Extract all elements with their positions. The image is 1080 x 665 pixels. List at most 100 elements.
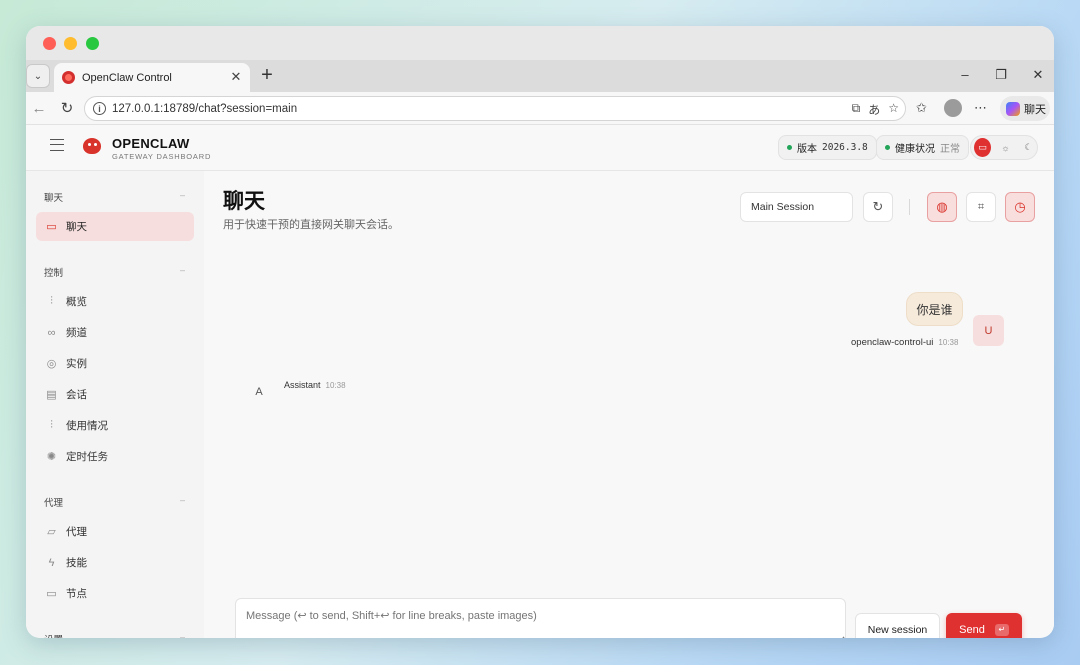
sidebar-item-instances[interactable]: ◎ 实例 [36,349,194,378]
collapse-icon[interactable]: – [180,495,185,505]
health-label: 健康状况 [895,144,935,155]
close-icon[interactable]: ✕ [1029,67,1047,83]
sidebar-group-chat[interactable]: 聊天 [44,190,63,204]
status-dot-icon [885,145,890,150]
user-message-meta: openclaw-control-ui 10:38 [851,337,958,348]
folder-icon: ▱ [47,526,56,538]
clock-icon: ◷ [1014,199,1026,214]
tab-bar: ⌄ OpenClaw Control ✕ + – ❐ ✕ [26,60,1054,92]
divider [909,199,910,215]
sidebar-item-label: 使用情况 [66,420,108,432]
sidebar-item-label: 概览 [66,296,87,308]
profile-avatar[interactable] [944,99,962,117]
tab-close-icon[interactable]: ✕ [228,69,244,85]
collapse-icon[interactable]: – [180,632,185,638]
copilot-label: 聊天 [1024,103,1046,116]
url-text: 127.0.0.1:18789/chat?session=main [112,102,298,115]
sidebar-item-sessions[interactable]: ▤ 会话 [36,380,194,409]
maximize-window-button[interactable] [86,37,99,50]
health-value: 正常 [940,144,960,155]
bar-chart-icon: ⫶ [50,419,53,431]
bar-chart-icon: ⫶ [50,295,53,307]
tab-list-chevron-icon[interactable]: ⌄ [26,64,50,88]
back-icon[interactable]: ← [29,99,49,119]
minimize-icon[interactable]: – [956,67,974,82]
restore-icon[interactable]: ❐ [992,67,1010,83]
page-title: 聊天 [223,190,265,213]
app-icon[interactable]: ⧉ [852,101,861,118]
chat-main: 聊天 用于快速干预的直接网关聊天会话。 Main Session ↻ ◍ ⌗ ◷… [204,171,1054,638]
sidebar: 聊天 – ▭ 聊天 控制 – ⫶ 概览 ∞ 频道 ◎ 实例 ▤ 会话 ⫶ 使用情… [26,171,204,638]
focus-mode-button[interactable]: ⌗ [966,192,996,222]
send-button[interactable]: Send ↵ [946,613,1022,638]
dark-theme-moon-icon[interactable]: ☾ [1020,138,1037,157]
page-subtitle: 用于快速干预的直接网关聊天会话。 [223,219,399,231]
sidebar-item-nodes[interactable]: ▭ 节点 [36,579,194,608]
bolt-icon: ϟ [48,556,55,569]
system-theme-monitor-icon[interactable]: ▭ [974,138,991,157]
copilot-button[interactable]: 聊天 [1000,96,1050,121]
link-icon: ∞ [47,326,56,339]
user-message-bubble: 你是谁 [906,292,963,326]
collapse-icon[interactable]: – [180,190,185,200]
focus-icon: ⌗ [977,200,985,213]
version-label: 版本 [797,144,817,155]
translate-icon[interactable]: あ [868,101,880,118]
sidebar-group-settings[interactable]: 设置 [44,632,63,638]
favorites-icon[interactable]: ✩ [916,100,927,116]
refresh-button[interactable]: ↻ [863,192,893,222]
brand-name: OPENCLAW [112,136,190,151]
openclaw-logo-icon [81,135,103,155]
tab-title: OpenClaw Control [82,71,172,84]
brand-subtitle: GATEWAY DASHBOARD [112,152,212,161]
browser-tab[interactable]: OpenClaw Control ✕ [54,63,250,92]
chat-icon: ▭ [46,221,57,233]
radio-icon: ◎ [46,358,57,370]
sidebar-group-control[interactable]: 控制 [44,265,63,279]
more-icon[interactable]: ⋯ [974,100,987,116]
minimize-window-button[interactable] [64,37,77,50]
sidebar-item-label: 代理 [66,526,87,538]
message-input[interactable] [235,598,846,638]
sidebar-item-label: 定时任务 [66,451,108,463]
sender-name: openclaw-control-ui [851,337,934,348]
brain-icon: ◍ [936,199,948,214]
history-button[interactable]: ◷ [1005,192,1035,222]
menu-icon[interactable] [50,139,64,151]
document-icon: ▤ [46,389,57,401]
sidebar-item-label: 技能 [66,557,87,569]
close-window-button[interactable] [43,37,56,50]
sidebar-item-agents[interactable]: ▱ 代理 [36,517,194,546]
browser-window: ⌄ OpenClaw Control ✕ + – ❐ ✕ ← ↻ i 127.0… [26,26,1054,638]
brand: OPENCLAW GATEWAY DASHBOARD [112,136,211,161]
sidebar-item-label: 频道 [66,327,87,339]
sidebar-item-label: 实例 [66,358,87,370]
sidebar-item-overview[interactable]: ⫶ 概览 [36,287,194,316]
sidebar-item-channels[interactable]: ∞ 频道 [36,318,194,347]
info-icon[interactable]: i [93,102,106,115]
monitor-icon: ▭ [46,588,57,600]
sidebar-item-usage[interactable]: ⫶ 使用情况 [36,411,194,440]
light-theme-sun-icon[interactable]: ☼ [997,138,1014,157]
health-badge: 健康状况 正常 [876,135,969,160]
sidebar-item-label: 节点 [66,588,87,600]
sidebar-item-cron-jobs[interactable]: ✺ 定时任务 [36,442,194,471]
version-value: 2026.3.8 [822,142,868,153]
new-session-button[interactable]: New session [855,613,940,638]
session-select[interactable]: Main Session [740,192,853,222]
url-field[interactable]: i 127.0.0.1:18789/chat?session=main ⧉ あ … [84,96,906,121]
collapse-icon[interactable]: – [180,265,185,275]
send-label: Send [959,623,985,636]
refresh-icon[interactable]: ↻ [57,99,77,119]
sidebar-item-label: 会话 [66,389,87,401]
favicon-icon [62,71,75,84]
theme-switcher: ▭ ☼ ☾ [970,135,1038,160]
sidebar-group-agents[interactable]: 代理 [44,495,63,509]
sidebar-item-chat[interactable]: ▭ 聊天 [36,212,194,241]
sidebar-item-skills[interactable]: ϟ 技能 [36,548,194,577]
assistant-message-meta: Assistant 10:38 [284,380,346,390]
loader-icon: ✺ [46,451,57,463]
thinking-toggle-button[interactable]: ◍ [927,192,957,222]
favorite-star-icon[interactable]: ☆ [888,101,899,118]
new-tab-button[interactable]: + [256,64,278,86]
